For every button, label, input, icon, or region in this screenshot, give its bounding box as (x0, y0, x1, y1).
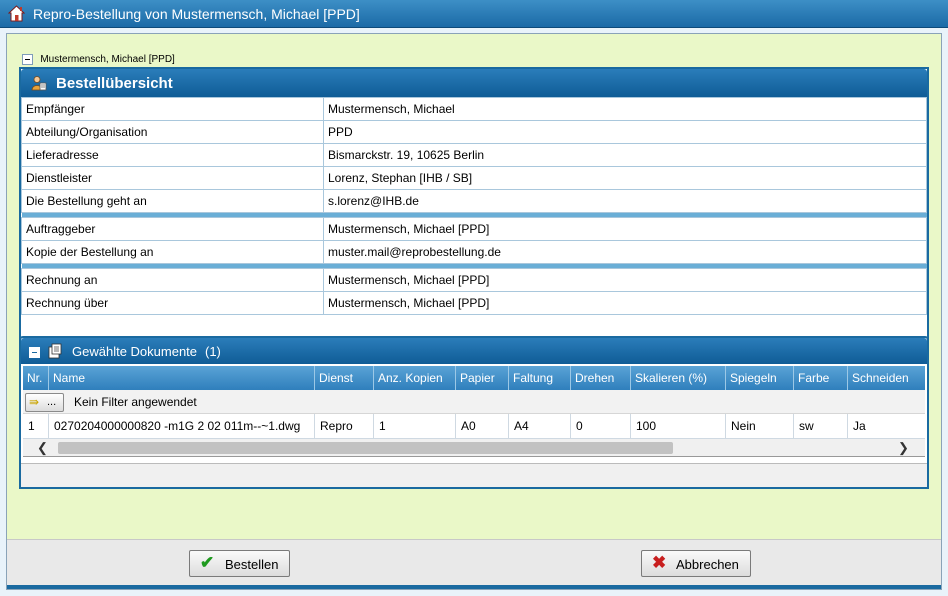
column-header-mirror[interactable]: Spiegeln (726, 366, 794, 390)
window-titlebar: Repro-Bestellung von Mustermensch, Micha… (0, 0, 948, 28)
order-overview-panel: Bestellübersicht Empfänger Mustermensch,… (19, 67, 929, 352)
cell-rotate: 0 (571, 414, 631, 439)
column-header-color[interactable]: Farbe (794, 366, 848, 390)
person-order-icon (31, 76, 47, 91)
tree-node: Mustermensch, Michael [PPD] (22, 52, 175, 66)
overview-label: Lieferadresse (21, 143, 324, 167)
column-header-cut[interactable]: Schneiden (848, 366, 925, 390)
column-header-nr[interactable]: Nr. (23, 366, 49, 390)
order-overview-header: Bestellübersicht (21, 69, 927, 97)
overview-value: Mustermensch, Michael [PPD] (323, 291, 927, 315)
column-header-name[interactable]: Name (49, 366, 315, 390)
home-icon (8, 5, 25, 22)
documents-icon (48, 343, 62, 359)
cell-folding: A4 (509, 414, 571, 439)
collapse-toggle-icon[interactable] (22, 54, 33, 66)
column-header-rotate[interactable]: Drehen (571, 366, 631, 390)
overview-label: Rechnung über (21, 291, 324, 315)
overview-row: Empfänger Mustermensch, Michael (21, 97, 927, 121)
table-row[interactable]: 1 0270204000000820 -m1G 2 02 011m--~1.dw… (23, 414, 925, 439)
document-count: (1) (205, 344, 221, 359)
order-button-label: Bestellen (225, 557, 279, 572)
overview-row: Rechnung über Mustermensch, Michael [PPD… (21, 291, 927, 315)
column-header-service[interactable]: Dienst (315, 366, 374, 390)
overview-row: Kopie der Bestellung an muster.mail@repr… (21, 240, 927, 264)
selected-documents-title: Gewählte Dokumente (72, 344, 198, 359)
cell-cut: Ja (853, 419, 866, 433)
overview-label: Rechnung an (21, 268, 324, 292)
tree-node-label: Mustermensch, Michael [PPD] (40, 54, 175, 66)
filter-arrow-icon: ⇛ (29, 395, 40, 409)
grid-footer (21, 463, 927, 487)
overview-row: Lieferadresse Bismarckstr. 19, 10625 Ber… (21, 143, 927, 167)
column-header-copies[interactable]: Anz. Kopien (374, 366, 456, 390)
overview-label: Dienstleister (21, 166, 324, 190)
column-header-folding[interactable]: Faltung (509, 366, 571, 390)
overview-label: Kopie der Bestellung an (21, 240, 324, 264)
overview-label: Auftraggeber (21, 217, 324, 241)
overview-value: Mustermensch, Michael [PPD] (323, 217, 927, 241)
cancel-button-label: Abbrechen (676, 557, 739, 572)
overview-row: Die Bestellung geht an s.lorenz@IHB.de (21, 189, 927, 213)
filter-button-label: ... (47, 396, 57, 408)
overview-value: s.lorenz@IHB.de (323, 189, 927, 213)
collapse-toggle-icon[interactable] (29, 347, 40, 358)
bottom-accent-line (7, 585, 941, 589)
filter-button[interactable]: ⇛ ... (25, 393, 64, 412)
cell-nr: 1 (23, 414, 49, 439)
window-title: Repro-Bestellung von Mustermensch, Micha… (33, 6, 360, 22)
scroll-right-icon[interactable]: ❯ (898, 440, 909, 456)
overview-label: Empfänger (21, 97, 324, 121)
button-bar: ✔ Bestellen ✖ Abbrechen (7, 539, 941, 585)
scroll-left-icon[interactable]: ❮ (37, 440, 48, 456)
overview-value: Lorenz, Stephan [IHB / SB] (323, 166, 927, 190)
selected-documents-header: Gewählte Dokumente (1) (21, 338, 927, 364)
overview-label: Abteilung/Organisation (21, 120, 324, 144)
dialog-content: Mustermensch, Michael [PPD] Bestellübers… (7, 34, 941, 539)
order-overview-title: Bestellübersicht (56, 75, 173, 92)
selected-documents-panel: Gewählte Dokumente (1) Nr. Name Dienst A… (19, 336, 929, 489)
overview-value: Bismarckstr. 19, 10625 Berlin (323, 143, 927, 167)
check-icon: ✔ (200, 553, 215, 572)
overview-value: PPD (323, 120, 927, 144)
cell-service: Repro (315, 414, 374, 439)
dialog-frame: Mustermensch, Michael [PPD] Bestellübers… (6, 33, 942, 590)
order-button[interactable]: ✔ Bestellen (189, 550, 290, 577)
cell-paper: A0 (456, 414, 509, 439)
filter-row: ⇛ ... Kein Filter angewendet (23, 390, 925, 414)
filter-status-text: Kein Filter angewendet (74, 395, 197, 409)
cell-scale: 100 (631, 414, 726, 439)
overview-label: Die Bestellung geht an (21, 189, 324, 213)
column-header-paper[interactable]: Papier (456, 366, 509, 390)
cell-name: 0270204000000820 -m1G 2 02 011m--~1.dwg (49, 414, 315, 439)
column-header-scale[interactable]: Skalieren (%) (631, 366, 726, 390)
overview-value: muster.mail@reprobestellung.de (323, 240, 927, 264)
overview-value: Mustermensch, Michael [PPD] (323, 268, 927, 292)
cancel-button[interactable]: ✖ Abbrechen (641, 550, 751, 577)
cell-color: sw (794, 414, 848, 439)
cross-icon: ✖ (652, 553, 667, 572)
cell-copies: 1 (374, 414, 456, 439)
grid-header: Nr. Name Dienst Anz. Kopien Papier Faltu… (23, 366, 925, 390)
overview-value: Mustermensch, Michael (323, 97, 927, 121)
overview-row: Auftraggeber Mustermensch, Michael [PPD] (21, 217, 927, 241)
horizontal-scrollbar[interactable]: ❮ ❯ (23, 439, 925, 457)
overview-row: Abteilung/Organisation PPD (21, 120, 927, 144)
order-overview-table: Empfänger Mustermensch, Michael Abteilun… (21, 97, 927, 315)
overview-row: Dienstleister Lorenz, Stephan [IHB / SB] (21, 166, 927, 190)
overview-row: Rechnung an Mustermensch, Michael [PPD] (21, 268, 927, 292)
cell-mirror: Nein (726, 414, 794, 439)
documents-grid: Nr. Name Dienst Anz. Kopien Papier Faltu… (23, 366, 925, 461)
scrollbar-thumb[interactable] (58, 442, 673, 454)
